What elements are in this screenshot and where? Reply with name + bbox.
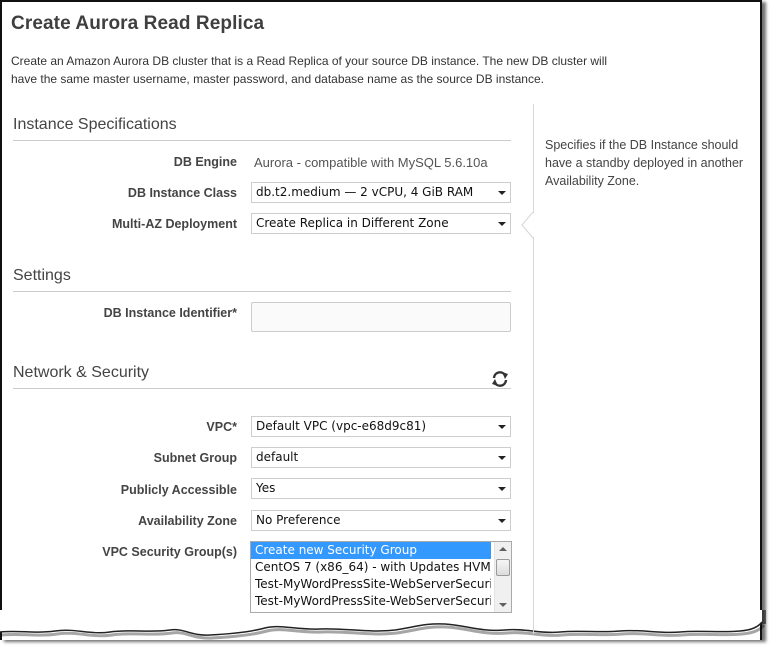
db-engine-label: DB Engine (173, 155, 237, 169)
db-instance-identifier-label: DB Instance Identifier* (103, 306, 237, 320)
page-title: Create Aurora Read Replica (11, 13, 265, 34)
multi-az-deployment-selected-value: Create Replica in Different Zone (256, 216, 449, 230)
multi-az-deployment-label: Multi-AZ Deployment (112, 217, 237, 231)
subnet-group-select[interactable]: default (251, 447, 511, 468)
scrollbar-thumb[interactable] (496, 559, 510, 576)
scroll-up-arrow-icon[interactable] (499, 547, 507, 551)
db-instance-class-label: DB Instance Class (127, 186, 237, 200)
chevron-down-icon (498, 519, 506, 523)
subnet-group-selected-value: default (256, 450, 299, 464)
multi-az-deployment-select[interactable]: Create Replica in Different Zone (251, 213, 511, 234)
torn-paper-edge (0, 610, 766, 640)
chevron-down-icon (498, 425, 506, 429)
page-description-line-1: Create an Amazon Aurora DB cluster that … (11, 54, 608, 68)
help-text: Specifies if the DB Instance should have… (545, 138, 744, 188)
section-rule (13, 140, 511, 141)
page-description: Create an Amazon Aurora DB cluster that … (11, 52, 691, 88)
section-heading-settings: Settings (13, 267, 71, 284)
security-group-option[interactable]: Test-MyWordPressSite-WebServerSecurityGr… (251, 576, 491, 593)
db-engine-value: Aurora - compatible with MySQL 5.6.10a (254, 155, 488, 170)
db-instance-class-select[interactable]: db.t2.medium — 2 vCPU, 4 GiB RAM (251, 182, 511, 203)
vpc-security-groups-label: VPC Security Group(s) (102, 545, 237, 559)
scroll-down-arrow-icon[interactable] (499, 603, 507, 607)
chevron-down-icon (498, 222, 506, 226)
availability-zone-selected-value: No Preference (256, 513, 341, 527)
section-rule (13, 388, 511, 389)
db-instance-identifier-input[interactable] (251, 302, 511, 332)
vpc-label: VPC* (206, 420, 237, 434)
security-group-option[interactable]: Test-MyWordPressSite-WebServerSecurityGr… (251, 593, 491, 610)
vpc-security-groups-listbox[interactable]: Create new Security Group CentOS 7 (x86_… (250, 541, 512, 613)
security-group-option[interactable]: CentOS 7 (x86_64) - with Updates HVM (251, 559, 491, 576)
help-callout-arrow (521, 212, 535, 238)
refresh-icon[interactable] (489, 369, 511, 389)
security-group-option[interactable]: Create new Security Group (251, 542, 491, 559)
availability-zone-select[interactable]: No Preference (251, 510, 511, 531)
subnet-group-label: Subnet Group (153, 451, 237, 465)
publicly-accessible-selected-value: Yes (256, 481, 276, 495)
section-rule (13, 291, 511, 292)
chevron-down-icon (498, 191, 506, 195)
vpc-selected-value: Default VPC (vpc-e68d9c81) (256, 419, 427, 433)
listbox-scrollbar[interactable] (494, 542, 511, 612)
section-heading-network-security: Network & Security (13, 364, 150, 381)
availability-zone-label: Availability Zone (138, 514, 237, 528)
publicly-accessible-label: Publicly Accessible (120, 483, 237, 497)
publicly-accessible-select[interactable]: Yes (251, 478, 511, 499)
vpc-select[interactable]: Default VPC (vpc-e68d9c81) (251, 416, 511, 437)
page-description-line-2: have the same master username, master pa… (11, 72, 544, 86)
db-instance-class-selected-value: db.t2.medium — 2 vCPU, 4 GiB RAM (256, 185, 474, 199)
help-panel-divider (533, 104, 534, 634)
chevron-down-icon (498, 487, 506, 491)
chevron-down-icon (498, 456, 506, 460)
section-heading-instance-specifications: Instance Specifications (13, 116, 177, 133)
